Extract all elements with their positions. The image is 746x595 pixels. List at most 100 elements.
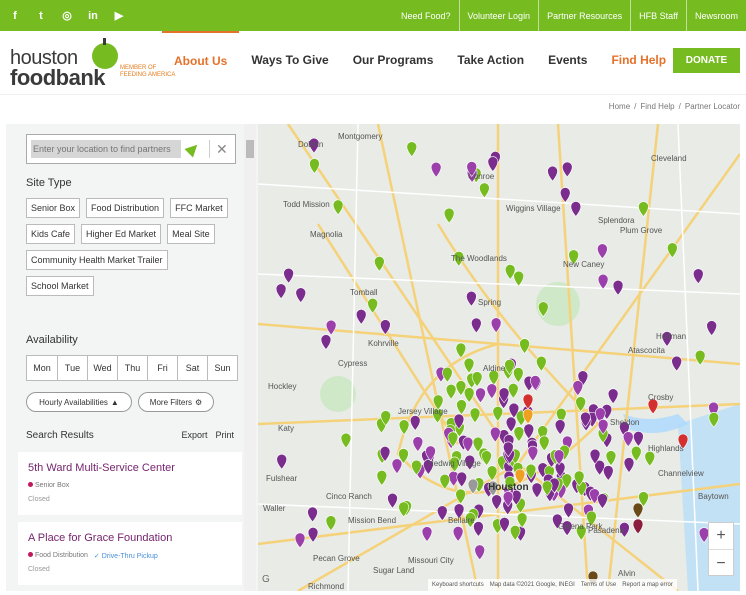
map-label-conroe: Conroe xyxy=(468,172,495,181)
top-links: Need Food? Volunteer Login Partner Resourc… xyxy=(393,0,746,31)
search-divider xyxy=(209,140,210,158)
day-sun[interactable]: Sun xyxy=(207,356,237,380)
site-type-ffc-market[interactable]: FFC Market xyxy=(170,198,228,218)
houston-food-bank-logo[interactable]: houston foodbank MEMBER OF FEEDING AMERI… xyxy=(8,38,175,91)
location-pin-icon xyxy=(436,505,448,522)
sidebar-scrollbar[interactable] xyxy=(244,124,256,591)
youtube-icon[interactable]: ▶ xyxy=(112,9,126,23)
map-label-fulshear: Fulshear xyxy=(266,474,298,483)
nav-item-take-action[interactable]: Take Action xyxy=(445,31,536,89)
top-link-need-food[interactable]: Need Food? xyxy=(393,0,459,31)
instagram-icon[interactable]: ◎ xyxy=(60,9,74,23)
result-meta: Food Distribution ✓ Drive-Thru Pickup xyxy=(28,552,158,560)
map-label-aldine: Aldine xyxy=(483,364,506,373)
day-wed[interactable]: Wed xyxy=(87,356,117,380)
park-area xyxy=(320,376,356,412)
result-status: Closed xyxy=(28,496,50,503)
location-pin-icon xyxy=(307,506,318,523)
result-name[interactable]: A Place for Grace Foundation xyxy=(28,532,172,544)
linkedin-icon[interactable]: in xyxy=(86,9,100,23)
map-label-cinco-ranch: Cinco Ranch xyxy=(326,492,372,501)
map-label-huffman: Huffman xyxy=(656,332,687,341)
location-pin-icon xyxy=(538,435,550,452)
location-pin-icon xyxy=(456,471,468,488)
print-link[interactable]: Print xyxy=(215,430,234,441)
clear-search-icon[interactable]: ✕ xyxy=(216,141,228,158)
map-canvas[interactable] xyxy=(258,124,740,591)
map-label-hedwig-village: Hedwig Village xyxy=(428,459,481,468)
map-label-sugar-land: Sugar Land xyxy=(373,566,415,575)
site-type-kids-cafe[interactable]: Kids Cafe xyxy=(26,224,76,244)
locate-me-icon[interactable] xyxy=(184,140,202,158)
site-type-school-market[interactable]: School Market xyxy=(26,276,94,296)
map-attribution-item[interactable]: Keyboard shortcuts xyxy=(432,582,484,588)
result-card[interactable]: A Place for Grace Foundation Food Distrib… xyxy=(18,522,242,585)
map-label-kohrville: Kohrville xyxy=(368,339,399,348)
hourly-availability-button[interactable]: Hourly Availabilities ▲ xyxy=(26,392,132,412)
result-card[interactable]: 5th Ward Multi-Service Center Senior Box C… xyxy=(18,452,242,515)
map-label-galena-park: Galena Park xyxy=(558,522,603,531)
logo-line2: foodbank xyxy=(10,65,106,90)
top-link-newsroom[interactable]: Newsroom xyxy=(685,0,746,31)
map-attribution-item[interactable]: Map data ©2021 Google, INEGI xyxy=(490,582,575,588)
zoom-control: + − xyxy=(708,522,734,576)
more-filters-button[interactable]: More Filters ⚙ xyxy=(138,392,214,412)
partner-map[interactable]: Montgomery Dobbin Cleveland Todd Mission Wig… xyxy=(258,124,740,591)
top-link-volunteer-login[interactable]: Volunteer Login xyxy=(458,0,539,31)
top-link-hfb-staff[interactable]: HFB Staff xyxy=(630,0,686,31)
location-pin-icon xyxy=(694,349,706,366)
nav-item-about-us[interactable]: About Us xyxy=(162,31,240,89)
chevron-up-icon: ▲ xyxy=(110,397,119,407)
breadcrumb-item[interactable]: Partner Locator xyxy=(685,102,740,111)
day-thu[interactable]: Thu xyxy=(117,356,147,380)
day-mon[interactable]: Mon xyxy=(27,356,57,380)
site-type-food-distribution[interactable]: Food Distribution xyxy=(86,198,165,218)
location-pin-icon xyxy=(380,319,391,336)
twitter-icon[interactable]: t xyxy=(34,9,48,23)
donate-button[interactable]: DONATE xyxy=(673,48,740,73)
map-label-baytown: Baytown xyxy=(698,492,729,501)
site-type-community-health-market-trailer[interactable]: Community Health Market Trailer xyxy=(26,250,168,270)
facebook-icon[interactable]: f xyxy=(8,9,22,23)
location-pin-icon xyxy=(412,436,424,452)
map-label-highlands: Highlands xyxy=(648,444,684,453)
day-fri[interactable]: Fri xyxy=(147,356,177,380)
map-label-tomball: Tomball xyxy=(350,288,378,297)
nav-item-our-programs[interactable]: Our Programs xyxy=(341,31,446,89)
site-type-meal-site[interactable]: Meal Site xyxy=(167,224,215,244)
breadcrumb-item[interactable]: Find Help xyxy=(640,102,674,111)
day-sat[interactable]: Sat xyxy=(177,356,207,380)
location-pin-icon xyxy=(486,383,498,400)
map-attribution-item[interactable]: Terms of Use xyxy=(581,582,616,588)
location-pin-icon xyxy=(283,267,294,284)
result-name[interactable]: 5th Ward Multi-Service Center xyxy=(28,462,175,474)
location-pin-icon xyxy=(275,283,287,300)
map-label-katy: Katy xyxy=(278,424,295,433)
nav-item-events[interactable]: Events xyxy=(536,31,599,89)
location-pin-icon xyxy=(491,494,502,511)
scrollbar-thumb[interactable] xyxy=(246,140,254,158)
nav-item-find-help[interactable]: Find Help xyxy=(599,31,678,89)
export-link[interactable]: Export xyxy=(181,430,207,441)
result-type-label: Senior Box xyxy=(35,482,70,489)
location-search-input[interactable] xyxy=(31,140,181,158)
breadcrumb-item[interactable]: Home xyxy=(609,102,630,111)
location-pin-icon xyxy=(391,458,403,475)
zoom-in-button[interactable]: + xyxy=(709,523,733,550)
apple-icon xyxy=(92,38,118,69)
location-pin-icon xyxy=(452,526,464,542)
map-label-todd-mission: Todd Mission xyxy=(283,200,330,209)
location-pin-icon xyxy=(632,502,644,519)
nav-item-ways-to-give[interactable]: Ways To Give xyxy=(239,31,340,89)
map-label-dobbin: Dobbin xyxy=(298,140,324,149)
site-type-senior-box[interactable]: Senior Box xyxy=(26,198,81,218)
day-tue[interactable]: Tue xyxy=(57,356,87,380)
top-link-partner-resources[interactable]: Partner Resources xyxy=(538,0,630,31)
location-pin-icon xyxy=(607,388,619,405)
map-attribution-item[interactable]: Report a map error xyxy=(622,582,673,588)
zoom-out-button[interactable]: − xyxy=(709,550,733,577)
site-type-higher-ed-market[interactable]: Higher Ed Market xyxy=(81,224,162,244)
location-pin-icon xyxy=(443,207,455,224)
hourly-availability-label: Hourly Availabilities xyxy=(39,397,108,407)
map-label-alvin: Alvin xyxy=(618,569,636,578)
